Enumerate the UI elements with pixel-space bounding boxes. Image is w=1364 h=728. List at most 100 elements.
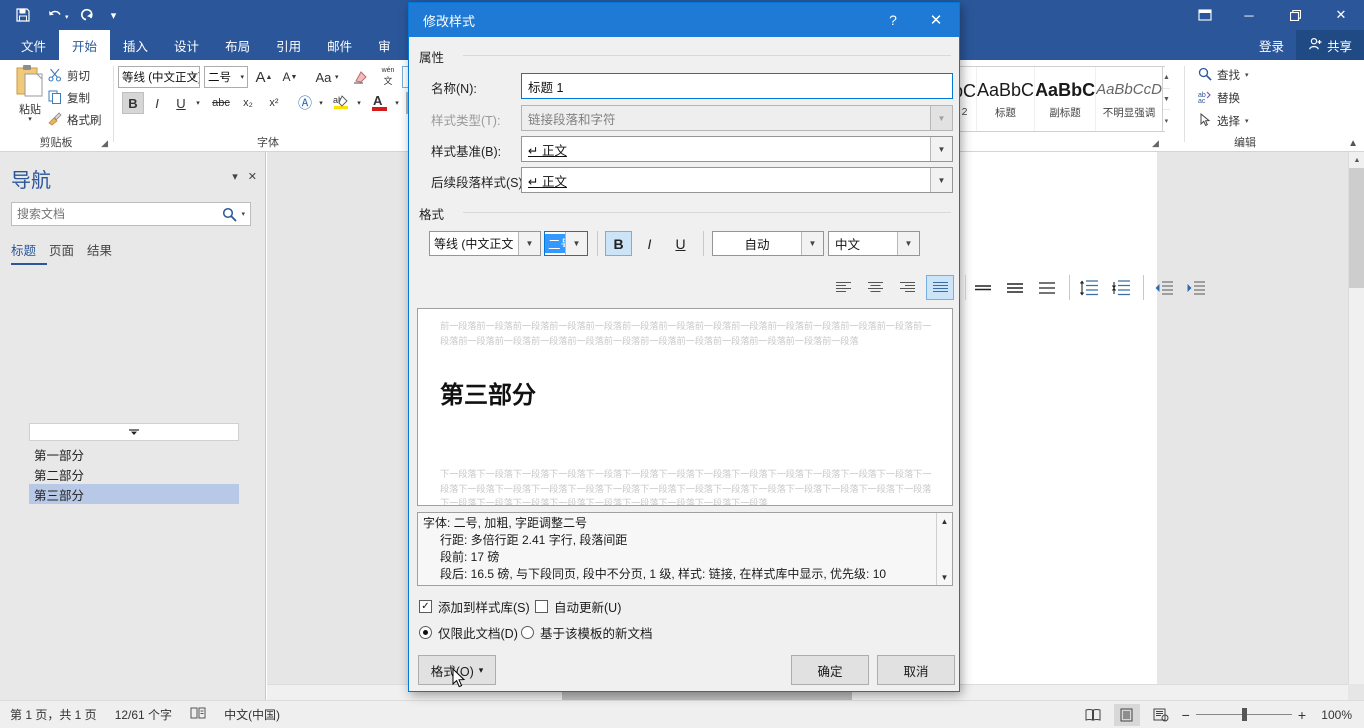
line-spacing-1-icon[interactable] — [969, 276, 996, 299]
redo-icon[interactable] — [71, 2, 101, 28]
bold-icon[interactable]: B — [122, 92, 144, 114]
zoom-track[interactable] — [1195, 708, 1292, 721]
checkbox-box[interactable]: ✓ — [419, 600, 432, 613]
ribbon-display-options-icon[interactable] — [1184, 0, 1226, 30]
print-layout-view-button[interactable] — [1113, 703, 1140, 726]
style-based-on-select[interactable]: ↵ 正文 ▼ — [521, 136, 953, 162]
chevron-down-icon[interactable]: ▼ — [897, 232, 919, 255]
dialog-font-color-combo[interactable]: 自动 ▼ — [712, 231, 824, 256]
cut-button[interactable]: 剪切 — [48, 66, 90, 86]
gallery-more-icon[interactable]: ▾ — [1163, 110, 1170, 131]
phonetic-guide-icon[interactable]: wén 文 — [376, 64, 400, 88]
chevron-down-icon[interactable]: ▼ — [518, 232, 540, 255]
paste-button[interactable]: 粘贴 ▾ — [6, 64, 54, 130]
grow-font-icon[interactable]: A ▲ — [252, 66, 276, 88]
tab-mailings[interactable]: 邮件 — [314, 30, 365, 60]
chevron-down-icon[interactable]: ▼ — [801, 232, 823, 255]
dialog-bold-button[interactable]: B — [605, 231, 632, 256]
align-right-icon[interactable] — [894, 276, 921, 299]
nav-heading-item-3[interactable]: 第三部分 — [29, 484, 239, 504]
dialog-italic-button[interactable]: I — [636, 231, 663, 256]
gallery-scroll-down-icon[interactable]: ▼ — [1162, 89, 1170, 111]
increase-indent-icon[interactable] — [1182, 276, 1209, 299]
shrink-font-icon[interactable]: A ▼ — [278, 66, 302, 88]
dialog-font-size-combo[interactable]: 二号 ▼ — [544, 231, 588, 256]
copy-button[interactable]: 复制 — [48, 88, 90, 108]
proofing-icon[interactable] — [190, 706, 206, 723]
underline-dropdown-icon[interactable]: ▾ — [192, 92, 204, 114]
zoom-thumb[interactable] — [1241, 708, 1247, 721]
search-dropdown-icon[interactable]: ▾ — [241, 210, 250, 218]
description-scrollbar[interactable]: ▲ ▼ — [936, 513, 952, 585]
language-indicator[interactable]: 中文(中国) — [224, 706, 280, 723]
next-paragraph-style-select[interactable]: ↵ 正文 ▼ — [521, 167, 953, 193]
styles-gallery-scrollbar[interactable]: ▲ ▼ ▾ — [1161, 67, 1170, 131]
chevron-down-icon[interactable]: ▼ — [565, 232, 587, 255]
clipboard-dialog-launcher[interactable]: ◢ — [101, 138, 108, 149]
italic-icon[interactable]: I — [146, 92, 168, 114]
add-to-styles-gallery-checkbox[interactable]: ✓ 添加到样式库(S) — [419, 597, 530, 616]
page-indicator[interactable]: 第 1 页，共 1 页 — [10, 706, 97, 723]
share-button[interactable]: 共享 — [1295, 30, 1364, 60]
chevron-down-icon[interactable]: ▾ — [240, 73, 244, 81]
change-case-icon[interactable]: Aa ▾ — [310, 66, 344, 88]
highlight-dropdown-icon[interactable]: ▾ — [353, 92, 365, 114]
styles-dialog-launcher[interactable]: ◢ — [1152, 138, 1159, 149]
align-center-icon[interactable] — [862, 276, 889, 299]
vertical-scrollbar[interactable]: ▲ — [1348, 152, 1364, 684]
dialog-underline-button[interactable]: U — [667, 231, 694, 256]
text-effects-icon[interactable]: Ⓐ — [294, 92, 316, 114]
font-size-combo[interactable]: 二号 ▾ — [204, 66, 248, 88]
zoom-in-button[interactable]: + — [1298, 707, 1306, 723]
decrease-paragraph-spacing-icon[interactable] — [1107, 275, 1134, 300]
tab-home[interactable]: 开始 — [59, 30, 111, 60]
dialog-font-name-combo[interactable]: 等线 (中文正文 ▼ — [429, 231, 541, 256]
vertical-scroll-thumb[interactable] — [1349, 168, 1364, 288]
search-icon[interactable] — [222, 207, 241, 222]
signin-button[interactable]: 登录 — [1247, 30, 1296, 60]
paste-dropdown-icon[interactable]: ▾ — [28, 116, 32, 123]
align-left-icon[interactable] — [830, 276, 857, 299]
select-button[interactable]: 选择 ▾ — [1198, 111, 1249, 131]
navigation-close-icon[interactable]: ✕ — [248, 170, 257, 183]
ok-button[interactable]: 确定 — [791, 655, 869, 685]
strikethrough-icon[interactable]: abc — [208, 92, 234, 114]
underline-icon[interactable]: U — [170, 92, 192, 114]
find-dropdown-icon[interactable]: ▾ — [1245, 71, 1249, 79]
close-button[interactable]: ✕ — [1318, 0, 1364, 30]
text-highlight-color-icon[interactable]: ab — [330, 90, 354, 114]
tab-references[interactable]: 引用 — [263, 30, 314, 60]
collapse-ribbon-icon[interactable]: ▲ — [1348, 138, 1358, 149]
font-color-icon[interactable]: A — [368, 90, 392, 114]
undo-dropdown-icon[interactable]: ▾ — [65, 9, 69, 21]
help-button[interactable]: ? — [873, 12, 913, 28]
line-spacing-2-icon[interactable] — [1033, 276, 1060, 299]
subscript-icon[interactable]: x₂ — [236, 92, 260, 114]
text-effects-dropdown-icon[interactable]: ▾ — [315, 92, 327, 114]
nav-heading-item-1[interactable]: 第一部分 — [29, 444, 239, 464]
decrease-indent-icon[interactable] — [1150, 276, 1177, 299]
nav-heading-item-2[interactable]: 第二部分 — [29, 464, 239, 484]
save-icon[interactable] — [8, 2, 38, 28]
tab-file[interactable]: 文件 — [8, 30, 59, 60]
increase-paragraph-spacing-icon[interactable] — [1075, 275, 1102, 300]
tab-design[interactable]: 设计 — [161, 30, 212, 60]
gallery-scroll-up-icon[interactable]: ▲ — [1162, 67, 1170, 89]
font-name-combo[interactable]: 等线 (中文正文) ▾ — [118, 66, 200, 88]
format-painter-button[interactable]: 格式刷 — [48, 110, 102, 130]
customize-quick-access-icon[interactable]: ▾ — [103, 2, 125, 28]
zoom-out-button[interactable]: − — [1182, 707, 1190, 723]
chevron-down-icon[interactable]: ▾ — [192, 73, 196, 81]
cancel-button[interactable]: 取消 — [877, 655, 955, 685]
chevron-down-icon[interactable]: ▼ — [930, 137, 952, 161]
tab-review[interactable]: 审 — [365, 30, 404, 60]
format-dropdown-icon[interactable]: ▾ — [479, 665, 484, 676]
word-count[interactable]: 12/61 个字 — [115, 706, 172, 723]
nav-tab-results[interactable]: 结果 — [85, 240, 123, 265]
nav-tab-headings[interactable]: 标题 — [11, 240, 48, 265]
checkbox-box[interactable] — [535, 600, 548, 613]
style-cell-heading[interactable]: AaBbC 标题 — [977, 67, 1036, 131]
navigation-options-icon[interactable]: ▾ — [232, 170, 238, 183]
new-documents-from-template-radio[interactable]: 基于该模板的新文档 — [521, 623, 653, 642]
maximize-button[interactable] — [1272, 0, 1318, 30]
